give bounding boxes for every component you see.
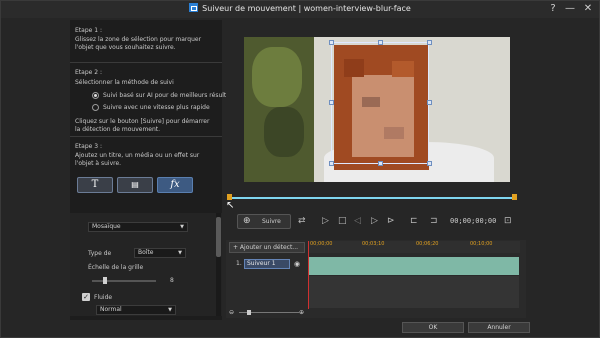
add-title-button[interactable]: T <box>77 177 113 193</box>
resize-handle[interactable] <box>329 100 334 105</box>
resize-handle[interactable] <box>329 161 334 166</box>
scrollbar-thumb[interactable] <box>216 217 221 257</box>
fluid-dropdown-value: Normal <box>100 306 122 313</box>
preview-timeline-bar[interactable] <box>229 197 515 199</box>
fast-forward-icon[interactable]: ⊳ <box>387 214 395 228</box>
step1-heading: Etape 1 : <box>75 27 102 34</box>
type-dropdown[interactable]: Boîte ▼ <box>134 248 186 258</box>
type-dropdown-value: Boîte <box>138 249 154 256</box>
step1-text: Glissez la zone de sélection pour marque… <box>75 36 202 51</box>
playhead[interactable] <box>308 241 309 309</box>
fluid-checkbox[interactable]: ✓ <box>82 293 90 301</box>
settings-scrollbar[interactable] <box>216 213 221 316</box>
tracker-name-field[interactable]: Suiveur 1 <box>244 259 290 269</box>
zoom-in-icon[interactable]: ⊕ <box>299 309 304 316</box>
plant-leaves-dark <box>264 107 304 157</box>
resize-handle[interactable] <box>427 100 432 105</box>
fluid-dropdown[interactable]: Normal ▼ <box>96 305 176 315</box>
tracker-clip[interactable] <box>309 257 519 275</box>
radio-fast-tracking-label: Suivre avec une vitesse plus rapide <box>103 104 210 111</box>
track-button[interactable]: ⊕ Suivre <box>237 214 291 229</box>
title-bar: Suiveur de mouvement | women-interview-b… <box>1 1 599 18</box>
resize-handle[interactable] <box>378 161 383 166</box>
timecode-display: 00;00;00;00 <box>450 217 497 225</box>
time-ruler[interactable]: 00;00;00 00;03;10 00;06;20 00;10;00 <box>308 241 520 253</box>
radio-ai-tracking[interactable] <box>92 92 99 99</box>
next-frame-icon[interactable]: ▷ <box>371 214 378 228</box>
add-media-button[interactable]: ▤ <box>117 177 153 193</box>
resize-handle[interactable] <box>329 40 334 45</box>
radio-fast-tracking[interactable] <box>92 104 99 111</box>
ruler-tick: 00;03;10 <box>362 241 385 247</box>
cancel-button[interactable]: Annuler <box>468 322 530 333</box>
window-title: Suiveur de mouvement | women-interview-b… <box>202 4 411 13</box>
minimize-icon[interactable]: — <box>564 3 576 15</box>
divider <box>70 62 222 63</box>
radio-ai-tracking-label: Suivi basé sur AI pour de meilleurs résu… <box>103 92 236 99</box>
mouse-pointer-icon: ↖ <box>226 200 235 211</box>
close-icon[interactable]: ✕ <box>582 3 594 15</box>
timeline-zoom: ⊖ ⊕ <box>229 309 305 317</box>
step2-hint: Cliquez sur le bouton [Suivre] pour déma… <box>75 118 210 133</box>
track-settings-icon[interactable]: ⇄ <box>298 214 306 228</box>
zoom-out-icon[interactable]: ⊖ <box>229 309 234 316</box>
ok-button[interactable]: OK <box>402 322 464 333</box>
eye-icon[interactable]: ◉ <box>294 260 300 268</box>
previous-frame-icon[interactable]: ◁ <box>354 214 361 228</box>
tracking-selection-box[interactable] <box>331 42 429 164</box>
mark-in-icon[interactable]: ⊏ <box>410 214 418 228</box>
step3-heading: Etape 3 : <box>75 143 102 150</box>
step3-text: Ajoutez un titre, un média ou un effet s… <box>75 152 200 167</box>
resize-handle[interactable] <box>378 40 383 45</box>
effect-dropdown[interactable]: Mosaïque ▼ <box>88 222 188 232</box>
stop-icon[interactable]: □ <box>338 214 347 228</box>
type-label: Type de <box>88 250 112 257</box>
resize-handle[interactable] <box>427 161 432 166</box>
divider <box>70 136 222 137</box>
fluid-label: Fluide <box>94 294 113 301</box>
resize-handle[interactable] <box>427 40 432 45</box>
chevron-down-icon: ▼ <box>180 224 184 230</box>
grid-scale-label: Échelle de la grille <box>88 264 144 271</box>
crosshair-icon: ⊕ <box>243 216 251 226</box>
ruler-tick: 00;00;00 <box>310 241 333 247</box>
play-icon[interactable]: ▷ <box>322 214 329 228</box>
track-button-label: Suivre <box>262 218 281 225</box>
add-tracker-button[interactable]: + Ajouter un détect... <box>229 242 305 253</box>
help-icon[interactable]: ? <box>547 3 559 15</box>
window-title-container: Suiveur de mouvement | women-interview-b… <box>1 3 599 13</box>
effect-dropdown-value: Mosaïque <box>92 223 121 230</box>
empty-track-area <box>309 276 519 308</box>
app-icon <box>189 3 199 12</box>
ruler-tick: 00;06;20 <box>416 241 439 247</box>
step2-heading: Etape 2 : <box>75 69 102 76</box>
grid-scale-value: 8 <box>170 277 174 284</box>
out-marker[interactable] <box>512 194 517 200</box>
track-index: 1. <box>236 260 242 267</box>
grid-scale-slider-thumb[interactable] <box>102 277 107 284</box>
chevron-down-icon: ▼ <box>178 250 182 256</box>
mark-out-icon[interactable]: ⊐ <box>430 214 438 228</box>
grid-scale-slider[interactable] <box>92 277 156 284</box>
zoom-slider-thumb[interactable] <box>247 310 251 315</box>
chevron-down-icon: ▼ <box>168 307 172 313</box>
plant-leaves <box>252 47 302 107</box>
add-effect-button[interactable]: fx <box>157 177 193 193</box>
ruler-tick: 00;10;00 <box>470 241 493 247</box>
snapshot-icon[interactable]: ⊡ <box>504 214 512 228</box>
step2-text: Sélectionner la méthode de suivi <box>75 79 174 86</box>
